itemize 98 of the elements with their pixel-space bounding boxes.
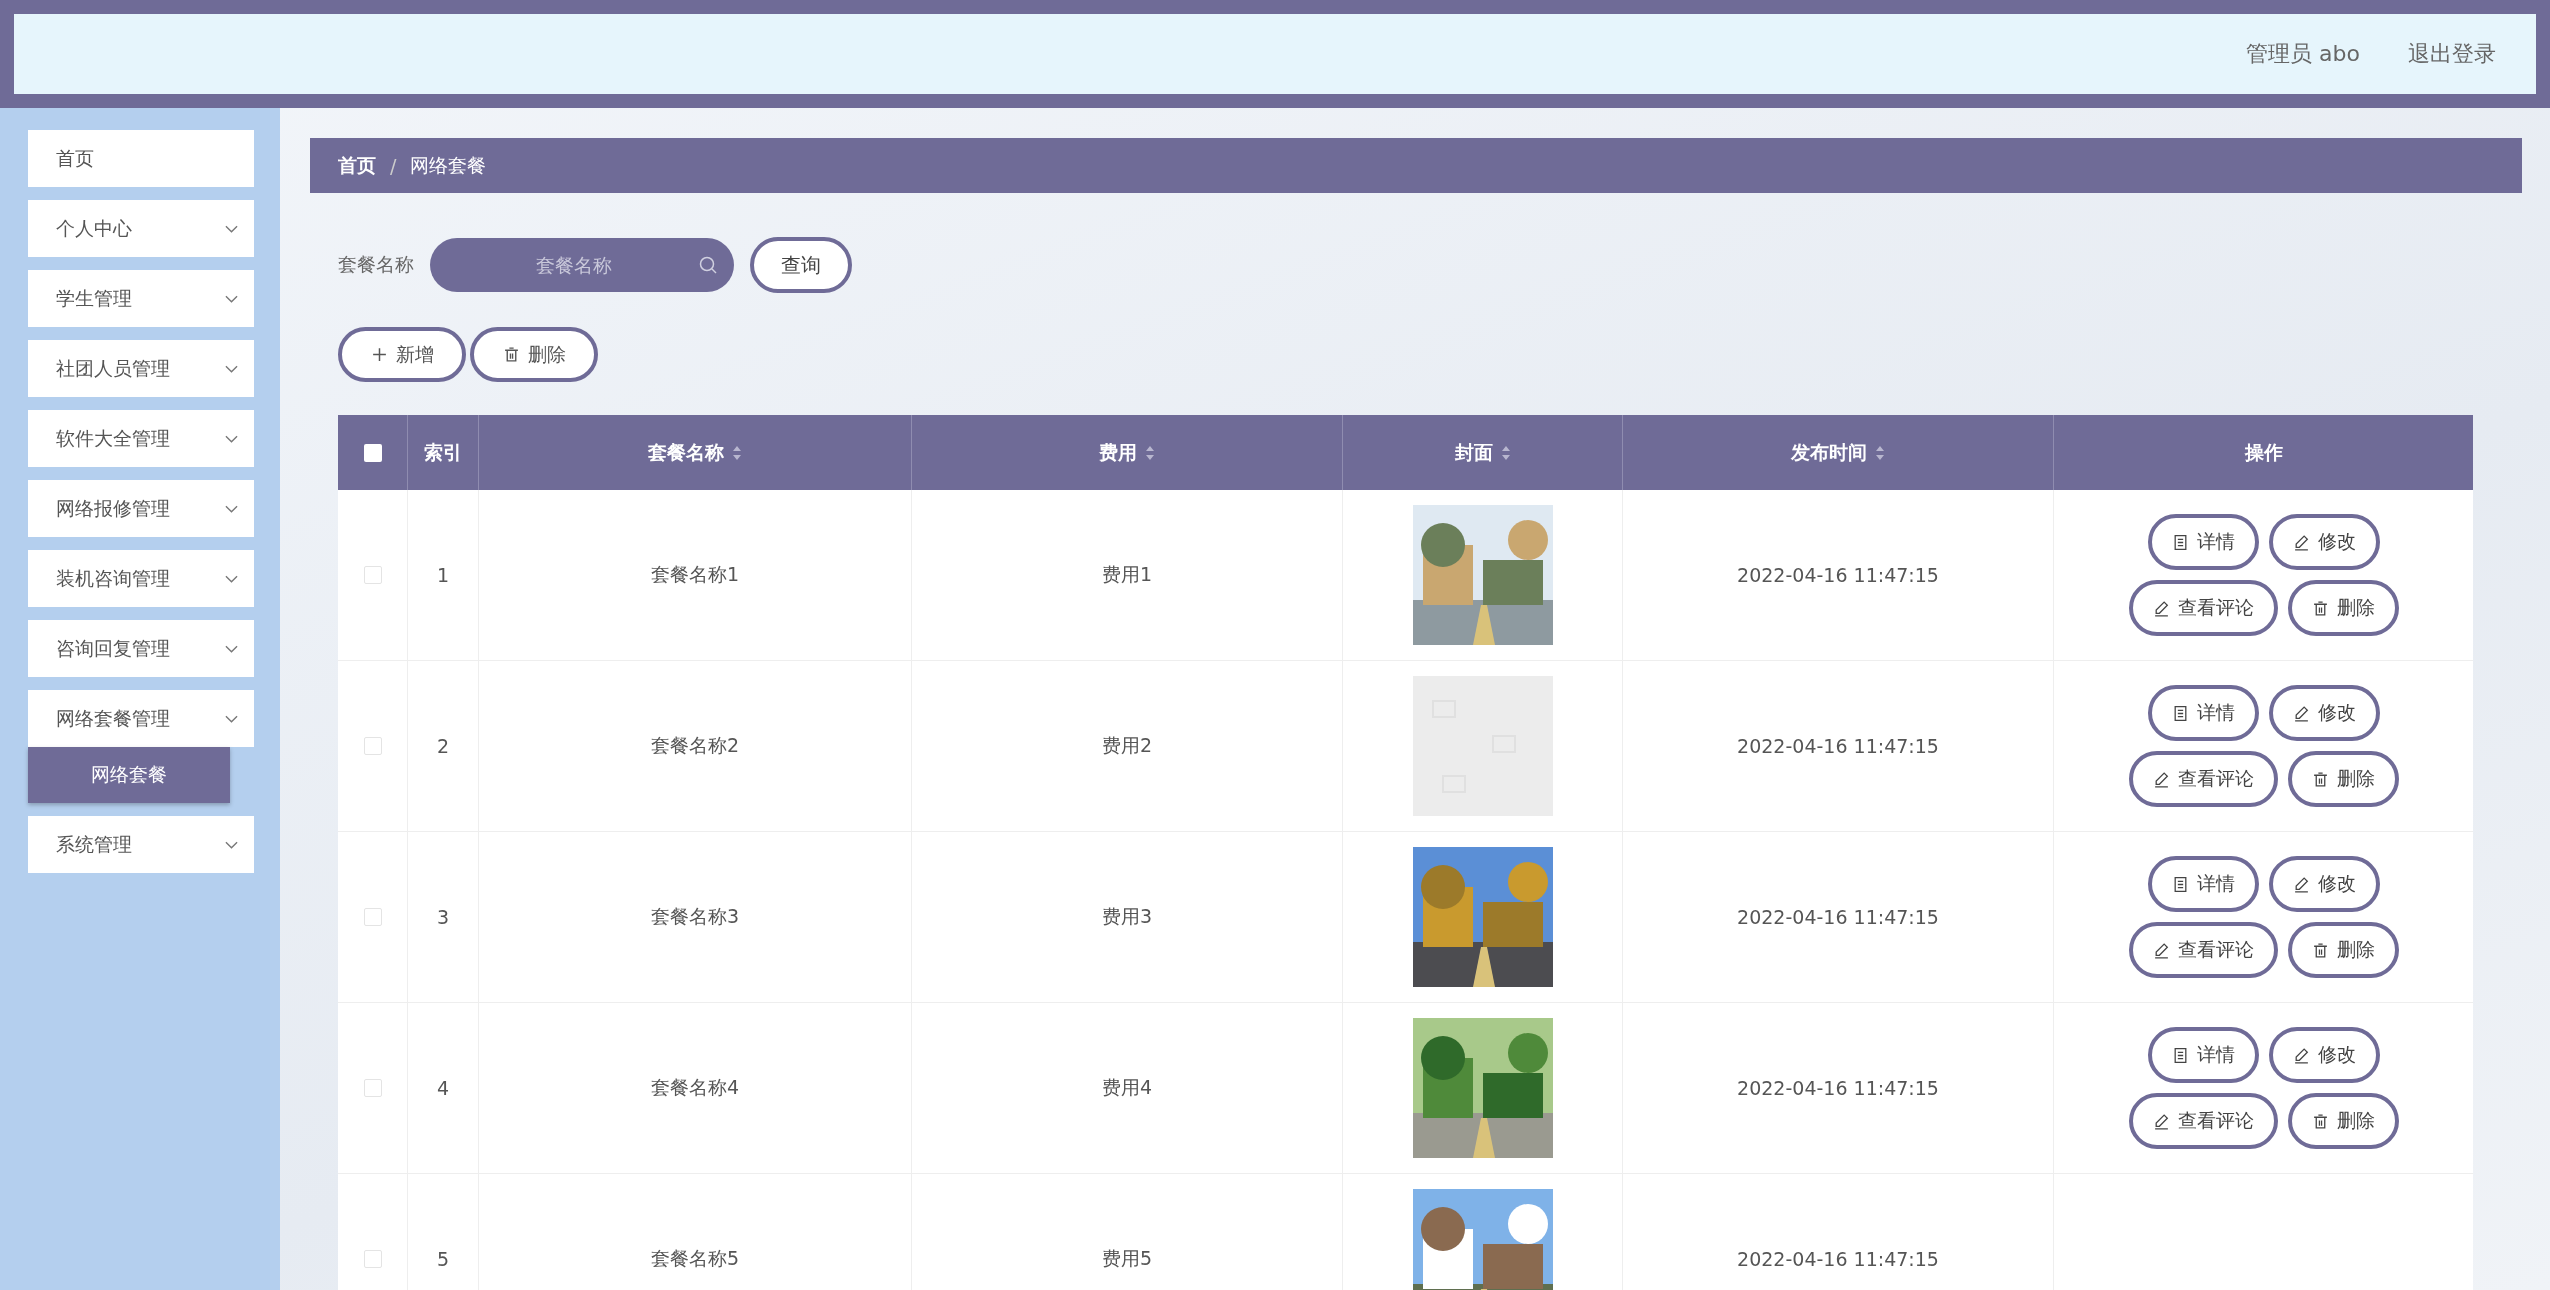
sort-icon[interactable] (1145, 444, 1155, 461)
edit-button[interactable]: 修改 (2268, 685, 2380, 741)
menu-item[interactable]: 咨询回复管理 (28, 620, 254, 677)
sort-icon[interactable] (1500, 444, 1511, 461)
pencil-icon (2292, 875, 2310, 893)
table-cell: 4 (436, 1077, 450, 1099)
column-header[interactable]: 发布时间 (1791, 439, 1867, 466)
menu-item[interactable]: 学生管理 (28, 270, 254, 327)
row-checkbox[interactable] (363, 1079, 382, 1097)
detail-button[interactable]: 详情 (2147, 514, 2259, 570)
detail-button[interactable]: 详情 (2147, 685, 2259, 741)
table-cell-text: 套餐名称3 (650, 904, 740, 929)
trash-icon (502, 346, 520, 363)
table-cell: 2022-04-16 11:47:15 (1737, 1077, 1939, 1099)
table-cell-text: 费用5 (1101, 1246, 1153, 1271)
search-field[interactable]: 套餐名称 (430, 238, 734, 292)
plus-icon (370, 346, 388, 363)
view-comments-button[interactable]: 查看评论 (2128, 1093, 2278, 1149)
detail-button[interactable]: 详情 (2147, 856, 2259, 912)
table-cell: 2022-04-16 11:47:15 (1737, 906, 1939, 928)
table-cell-text: 费用4 (1101, 1075, 1153, 1100)
sort-icon[interactable] (1875, 444, 1885, 461)
pencil-icon (2152, 599, 2170, 617)
chevron-down-icon (225, 224, 238, 233)
table-cell-text: 套餐名称2 (650, 733, 740, 758)
table-cell-text: 费用3 (1101, 904, 1153, 929)
menu-item[interactable]: 首页 (28, 130, 254, 187)
delete-button[interactable]: 删除 (2287, 1093, 2399, 1149)
breadcrumb-separator: / (390, 154, 397, 177)
view-comments-button[interactable]: 查看评论 (2128, 922, 2278, 978)
column-header[interactable]: 套餐名称 (648, 439, 724, 466)
delete-button[interactable]: 删除 (2287, 751, 2399, 807)
table-cell: 5 (436, 1248, 450, 1270)
table-cell-text: 套餐名称5 (650, 1246, 740, 1271)
chevron-down-icon (225, 644, 238, 653)
trash-icon (2311, 941, 2329, 959)
delete-button[interactable]: 删除 (470, 327, 598, 382)
chevron-down-icon (225, 574, 238, 583)
breadcrumb-link[interactable]: 首页 (338, 152, 376, 179)
table-cell-text: 套餐名称1 (650, 562, 740, 587)
delete-button[interactable]: 删除 (2287, 922, 2399, 978)
row-checkbox[interactable] (363, 737, 382, 755)
pencil-icon (2292, 1046, 2310, 1064)
column-header[interactable]: 操作 (2244, 439, 2283, 466)
edit-button[interactable]: 修改 (2268, 856, 2380, 912)
pencil-icon (2152, 941, 2170, 959)
chevron-down-icon (225, 840, 238, 849)
table-cell-text: 费用1 (1101, 562, 1153, 587)
submenu-item[interactable]: 网络套餐 (28, 747, 230, 803)
trash-icon (2311, 1112, 2329, 1130)
chevron-down-icon (225, 434, 238, 443)
trash-icon (2311, 770, 2329, 788)
search-label: 套餐名称 (338, 252, 414, 277)
menu-item[interactable]: 社团人员管理 (28, 340, 254, 397)
view-comments-button[interactable]: 查看评论 (2128, 580, 2278, 636)
table-cell: 1 (436, 564, 450, 586)
search-icon (698, 255, 718, 275)
add-button[interactable]: 新增 (338, 327, 466, 382)
column-header[interactable]: 封面 (1454, 439, 1493, 466)
edit-button[interactable]: 修改 (2268, 514, 2380, 570)
menu-item[interactable]: 网络套餐管理 (28, 690, 254, 747)
row-checkbox[interactable] (363, 566, 382, 584)
menu-item[interactable]: 软件大全管理 (28, 410, 254, 467)
pencil-icon (2152, 770, 2170, 788)
chevron-down-icon (225, 364, 238, 373)
column-header[interactable]: 费用 (1099, 439, 1137, 466)
table-cell-text: 费用2 (1101, 733, 1153, 758)
delete-button[interactable]: 删除 (2287, 580, 2399, 636)
chevron-down-icon (225, 294, 238, 303)
table-cell: 2 (436, 735, 450, 757)
row-checkbox[interactable] (363, 908, 382, 926)
table-cell: 3 (436, 906, 450, 928)
view-comments-button[interactable]: 查看评论 (2128, 751, 2278, 807)
query-button[interactable]: 查询 (750, 237, 852, 293)
edit-button[interactable]: 修改 (2268, 1027, 2380, 1083)
breadcrumb-link[interactable]: 网络套餐 (410, 152, 487, 179)
pencil-icon (2292, 533, 2310, 551)
trash-icon (2311, 599, 2329, 617)
select-all-checkbox[interactable] (363, 443, 382, 462)
sort-icon[interactable] (732, 444, 742, 461)
detail-button[interactable]: 详情 (2147, 1027, 2259, 1083)
menu-item[interactable]: 网络报修管理 (28, 480, 254, 537)
table-cell: 2022-04-16 11:47:15 (1737, 735, 1939, 757)
row-checkbox[interactable] (363, 1250, 382, 1268)
table-cell-text: 套餐名称4 (650, 1075, 740, 1100)
menu-item[interactable]: 个人中心 (28, 200, 254, 257)
image-placeholder-icon (1412, 676, 1553, 816)
logout-link[interactable]: 退出登录 (2408, 39, 2496, 69)
menu-item[interactable]: 装机咨询管理 (28, 550, 254, 607)
user-label: 管理员 abo (2246, 40, 2360, 68)
table-cell: 2022-04-16 11:47:15 (1737, 1248, 1939, 1270)
chevron-down-icon (225, 504, 238, 513)
menu-item[interactable]: 系统管理 (28, 816, 254, 873)
column-header[interactable]: 索引 (424, 439, 462, 466)
pencil-icon (2292, 704, 2310, 722)
table-cell: 2022-04-16 11:47:15 (1737, 564, 1939, 586)
pencil-icon (2152, 1112, 2170, 1130)
chevron-down-icon (225, 714, 238, 723)
